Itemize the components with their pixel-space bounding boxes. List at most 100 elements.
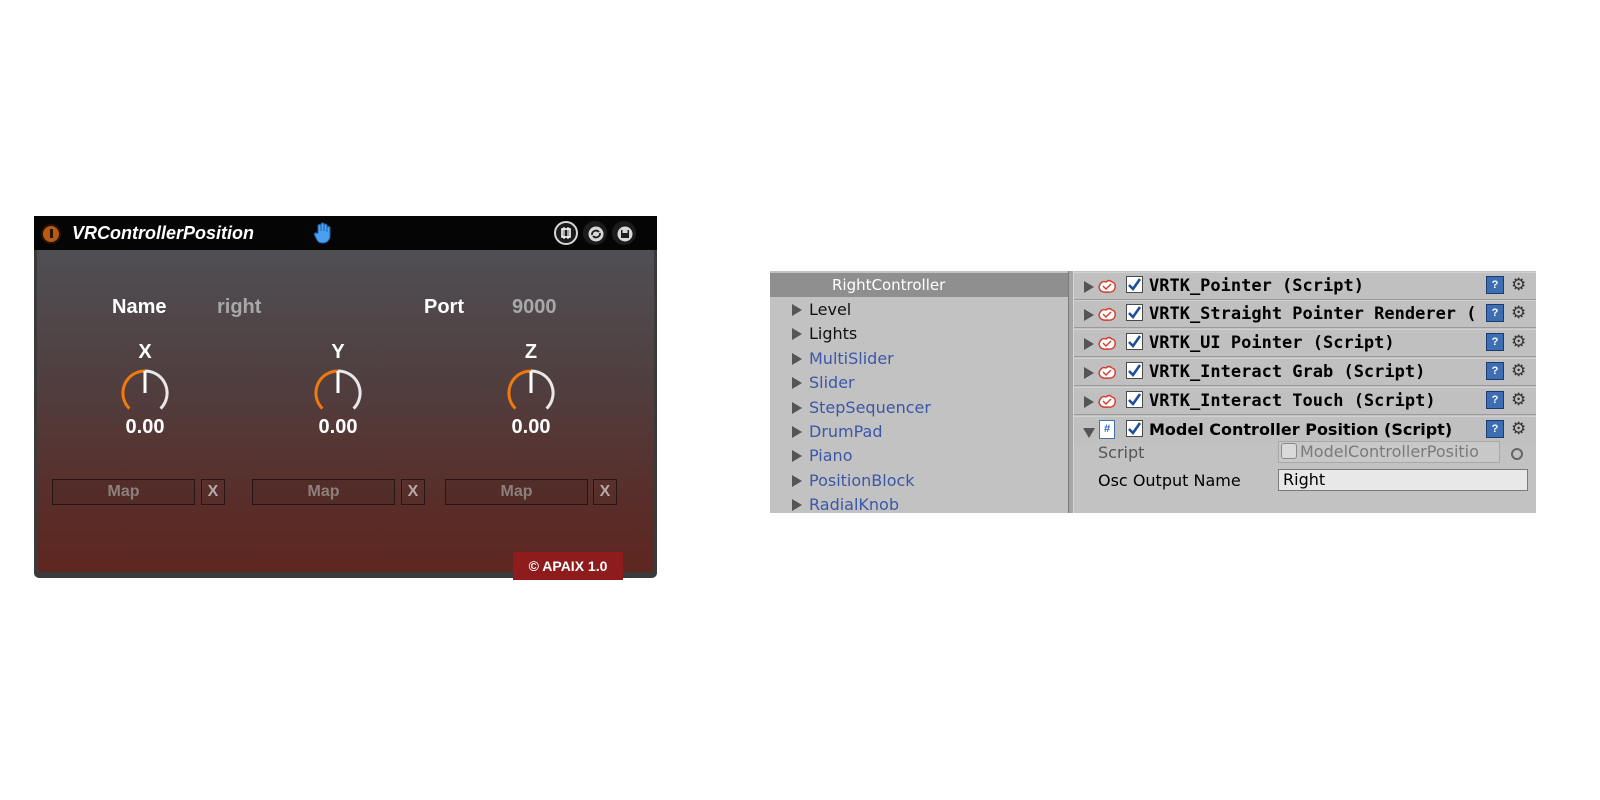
knob-y-value: 0.00 bbox=[318, 416, 358, 438]
hierarchy-selected-item[interactable]: RightController bbox=[770, 273, 1068, 297]
hierarchy-item[interactable]: Level bbox=[792, 298, 851, 322]
port-label: Port bbox=[424, 296, 464, 318]
component-header[interactable]: # Model Controller Position (Script)? ⚙ bbox=[1074, 416, 1536, 444]
script-component-icon bbox=[1098, 394, 1116, 408]
device-body: Name right Port 9000 X 0.00 Y 0.00 Z 0.0… bbox=[37, 250, 654, 580]
expand-arrow-icon[interactable] bbox=[1084, 281, 1094, 293]
hierarchy-item[interactable]: Piano bbox=[792, 444, 852, 468]
component-enabled-checkbox[interactable] bbox=[1126, 304, 1143, 321]
map-button-y[interactable]: Map bbox=[252, 479, 395, 505]
gear-icon[interactable]: ⚙ bbox=[1511, 275, 1526, 295]
expand-arrow-icon[interactable] bbox=[792, 328, 802, 341]
gear-icon[interactable]: ⚙ bbox=[1511, 390, 1526, 410]
freeze-button[interactable] bbox=[554, 221, 578, 245]
unmap-button-x[interactable]: X bbox=[201, 479, 225, 505]
component-enabled-checkbox[interactable] bbox=[1126, 362, 1143, 379]
hierarchy-item[interactable]: MultiSlider bbox=[792, 347, 894, 371]
component-header[interactable]: VRTK_Pointer (Script)? ⚙ bbox=[1074, 272, 1536, 300]
knob-x-label: X bbox=[138, 341, 152, 363]
expand-arrow-icon[interactable] bbox=[792, 401, 802, 414]
expand-arrow-icon[interactable] bbox=[792, 352, 802, 365]
checkmark-icon bbox=[1128, 393, 1142, 407]
port-value[interactable]: 9000 bbox=[512, 296, 557, 319]
hierarchy-item-label: StepSequencer bbox=[809, 397, 931, 417]
knob-z-label: Z bbox=[524, 341, 538, 363]
expand-arrow-icon[interactable] bbox=[792, 426, 802, 438]
osc-output-name-value: Right bbox=[1283, 470, 1326, 489]
gear-icon[interactable]: ⚙ bbox=[1511, 332, 1526, 352]
help-icon[interactable]: ? bbox=[1486, 362, 1504, 380]
hierarchy-item-label: Piano bbox=[809, 446, 853, 466]
csharp-script-icon: # bbox=[1099, 420, 1115, 439]
expand-arrow-icon[interactable] bbox=[1084, 396, 1094, 408]
hierarchy-item[interactable]: StepSequencer bbox=[792, 396, 931, 420]
component-name: VRTK_Interact Touch (Script) bbox=[1149, 391, 1436, 411]
expand-arrow-icon[interactable] bbox=[792, 304, 802, 316]
map-button-x[interactable]: Map bbox=[52, 479, 195, 505]
hierarchy-item[interactable]: Slider bbox=[792, 371, 855, 395]
help-icon[interactable]: ? bbox=[1486, 420, 1504, 438]
component-header[interactable]: VRTK_Straight Pointer Renderer (? ⚙ bbox=[1074, 300, 1536, 328]
hierarchy-item[interactable]: PositionBlock bbox=[792, 469, 915, 493]
name-value[interactable]: right bbox=[217, 296, 261, 319]
osc-output-name-field[interactable]: Right bbox=[1278, 469, 1528, 491]
component-enabled-checkbox[interactable] bbox=[1126, 333, 1143, 350]
component-enabled-checkbox[interactable] bbox=[1126, 391, 1143, 408]
checkmark-icon bbox=[1128, 306, 1142, 320]
object-picker-icon[interactable] bbox=[1511, 448, 1523, 460]
hierarchy-item[interactable]: RadialKnob bbox=[792, 493, 899, 513]
hierarchy-item[interactable]: DrumPad bbox=[792, 420, 883, 444]
unmap-button-y[interactable]: X bbox=[401, 479, 425, 505]
hierarchy-panel: RightController Level Lights MultiSlider Sl… bbox=[770, 271, 1068, 513]
help-icon[interactable]: ? bbox=[1486, 304, 1504, 322]
name-label: Name bbox=[112, 296, 167, 318]
expand-arrow-icon[interactable] bbox=[792, 499, 802, 512]
knob-z[interactable] bbox=[503, 365, 559, 421]
script-component-icon bbox=[1098, 307, 1116, 321]
script-field[interactable]: ModelControllerPositio bbox=[1278, 441, 1500, 463]
unmap-button-z[interactable]: X bbox=[593, 479, 617, 505]
component-name: VRTK_Straight Pointer Renderer ( bbox=[1149, 304, 1477, 324]
component-header[interactable]: VRTK_Interact Touch (Script)? ⚙ bbox=[1074, 387, 1536, 415]
hand-icon bbox=[313, 222, 331, 244]
checkmark-icon bbox=[1128, 278, 1142, 292]
map-button-z[interactable]: Map bbox=[445, 479, 588, 505]
script-label: Script bbox=[1098, 443, 1145, 462]
component-enabled-checkbox[interactable] bbox=[1126, 420, 1143, 437]
gear-icon[interactable]: ⚙ bbox=[1511, 419, 1526, 439]
help-icon[interactable]: ? bbox=[1486, 391, 1504, 409]
knob-x[interactable] bbox=[117, 365, 173, 421]
knob-y[interactable] bbox=[310, 365, 366, 421]
component-header[interactable]: VRTK_Interact Grab (Script)? ⚙ bbox=[1074, 358, 1536, 386]
help-icon[interactable]: ? bbox=[1486, 333, 1504, 351]
device-titlebar: VRControllerPosition bbox=[34, 216, 657, 250]
snowflake-icon bbox=[561, 227, 571, 239]
refresh-icon bbox=[588, 226, 604, 242]
expand-arrow-icon[interactable] bbox=[1084, 338, 1094, 350]
help-icon[interactable]: ? bbox=[1486, 276, 1504, 294]
power-icon[interactable] bbox=[41, 224, 61, 244]
knob-z-value: 0.00 bbox=[511, 416, 551, 438]
expand-arrow-icon[interactable] bbox=[1084, 367, 1094, 379]
gear-icon[interactable]: ⚙ bbox=[1511, 361, 1526, 381]
hierarchy-item-label: PositionBlock bbox=[809, 470, 915, 490]
knob-y-label: Y bbox=[331, 341, 345, 363]
script-file-icon bbox=[1281, 443, 1297, 459]
collapse-arrow-icon[interactable] bbox=[1083, 428, 1095, 438]
script-value: ModelControllerPositio bbox=[1300, 442, 1479, 461]
expand-arrow-icon[interactable] bbox=[792, 377, 802, 390]
knob-x-value: 0.00 bbox=[125, 416, 165, 438]
gear-icon[interactable]: ⚙ bbox=[1511, 303, 1526, 323]
hierarchy-item[interactable]: Lights bbox=[792, 322, 857, 346]
hierarchy-item-label: Level bbox=[809, 300, 852, 319]
expand-arrow-icon[interactable] bbox=[1084, 309, 1094, 321]
save-button[interactable] bbox=[612, 221, 636, 245]
hierarchy-item-label: MultiSlider bbox=[809, 348, 894, 368]
expand-arrow-icon[interactable] bbox=[792, 474, 802, 487]
component-header[interactable]: VRTK_UI Pointer (Script)? ⚙ bbox=[1074, 329, 1536, 357]
checkmark-icon bbox=[1128, 422, 1142, 436]
component-name: VRTK_UI Pointer (Script) bbox=[1149, 333, 1395, 353]
refresh-button[interactable] bbox=[583, 221, 607, 245]
expand-arrow-icon[interactable] bbox=[792, 450, 802, 463]
component-enabled-checkbox[interactable] bbox=[1126, 276, 1143, 293]
